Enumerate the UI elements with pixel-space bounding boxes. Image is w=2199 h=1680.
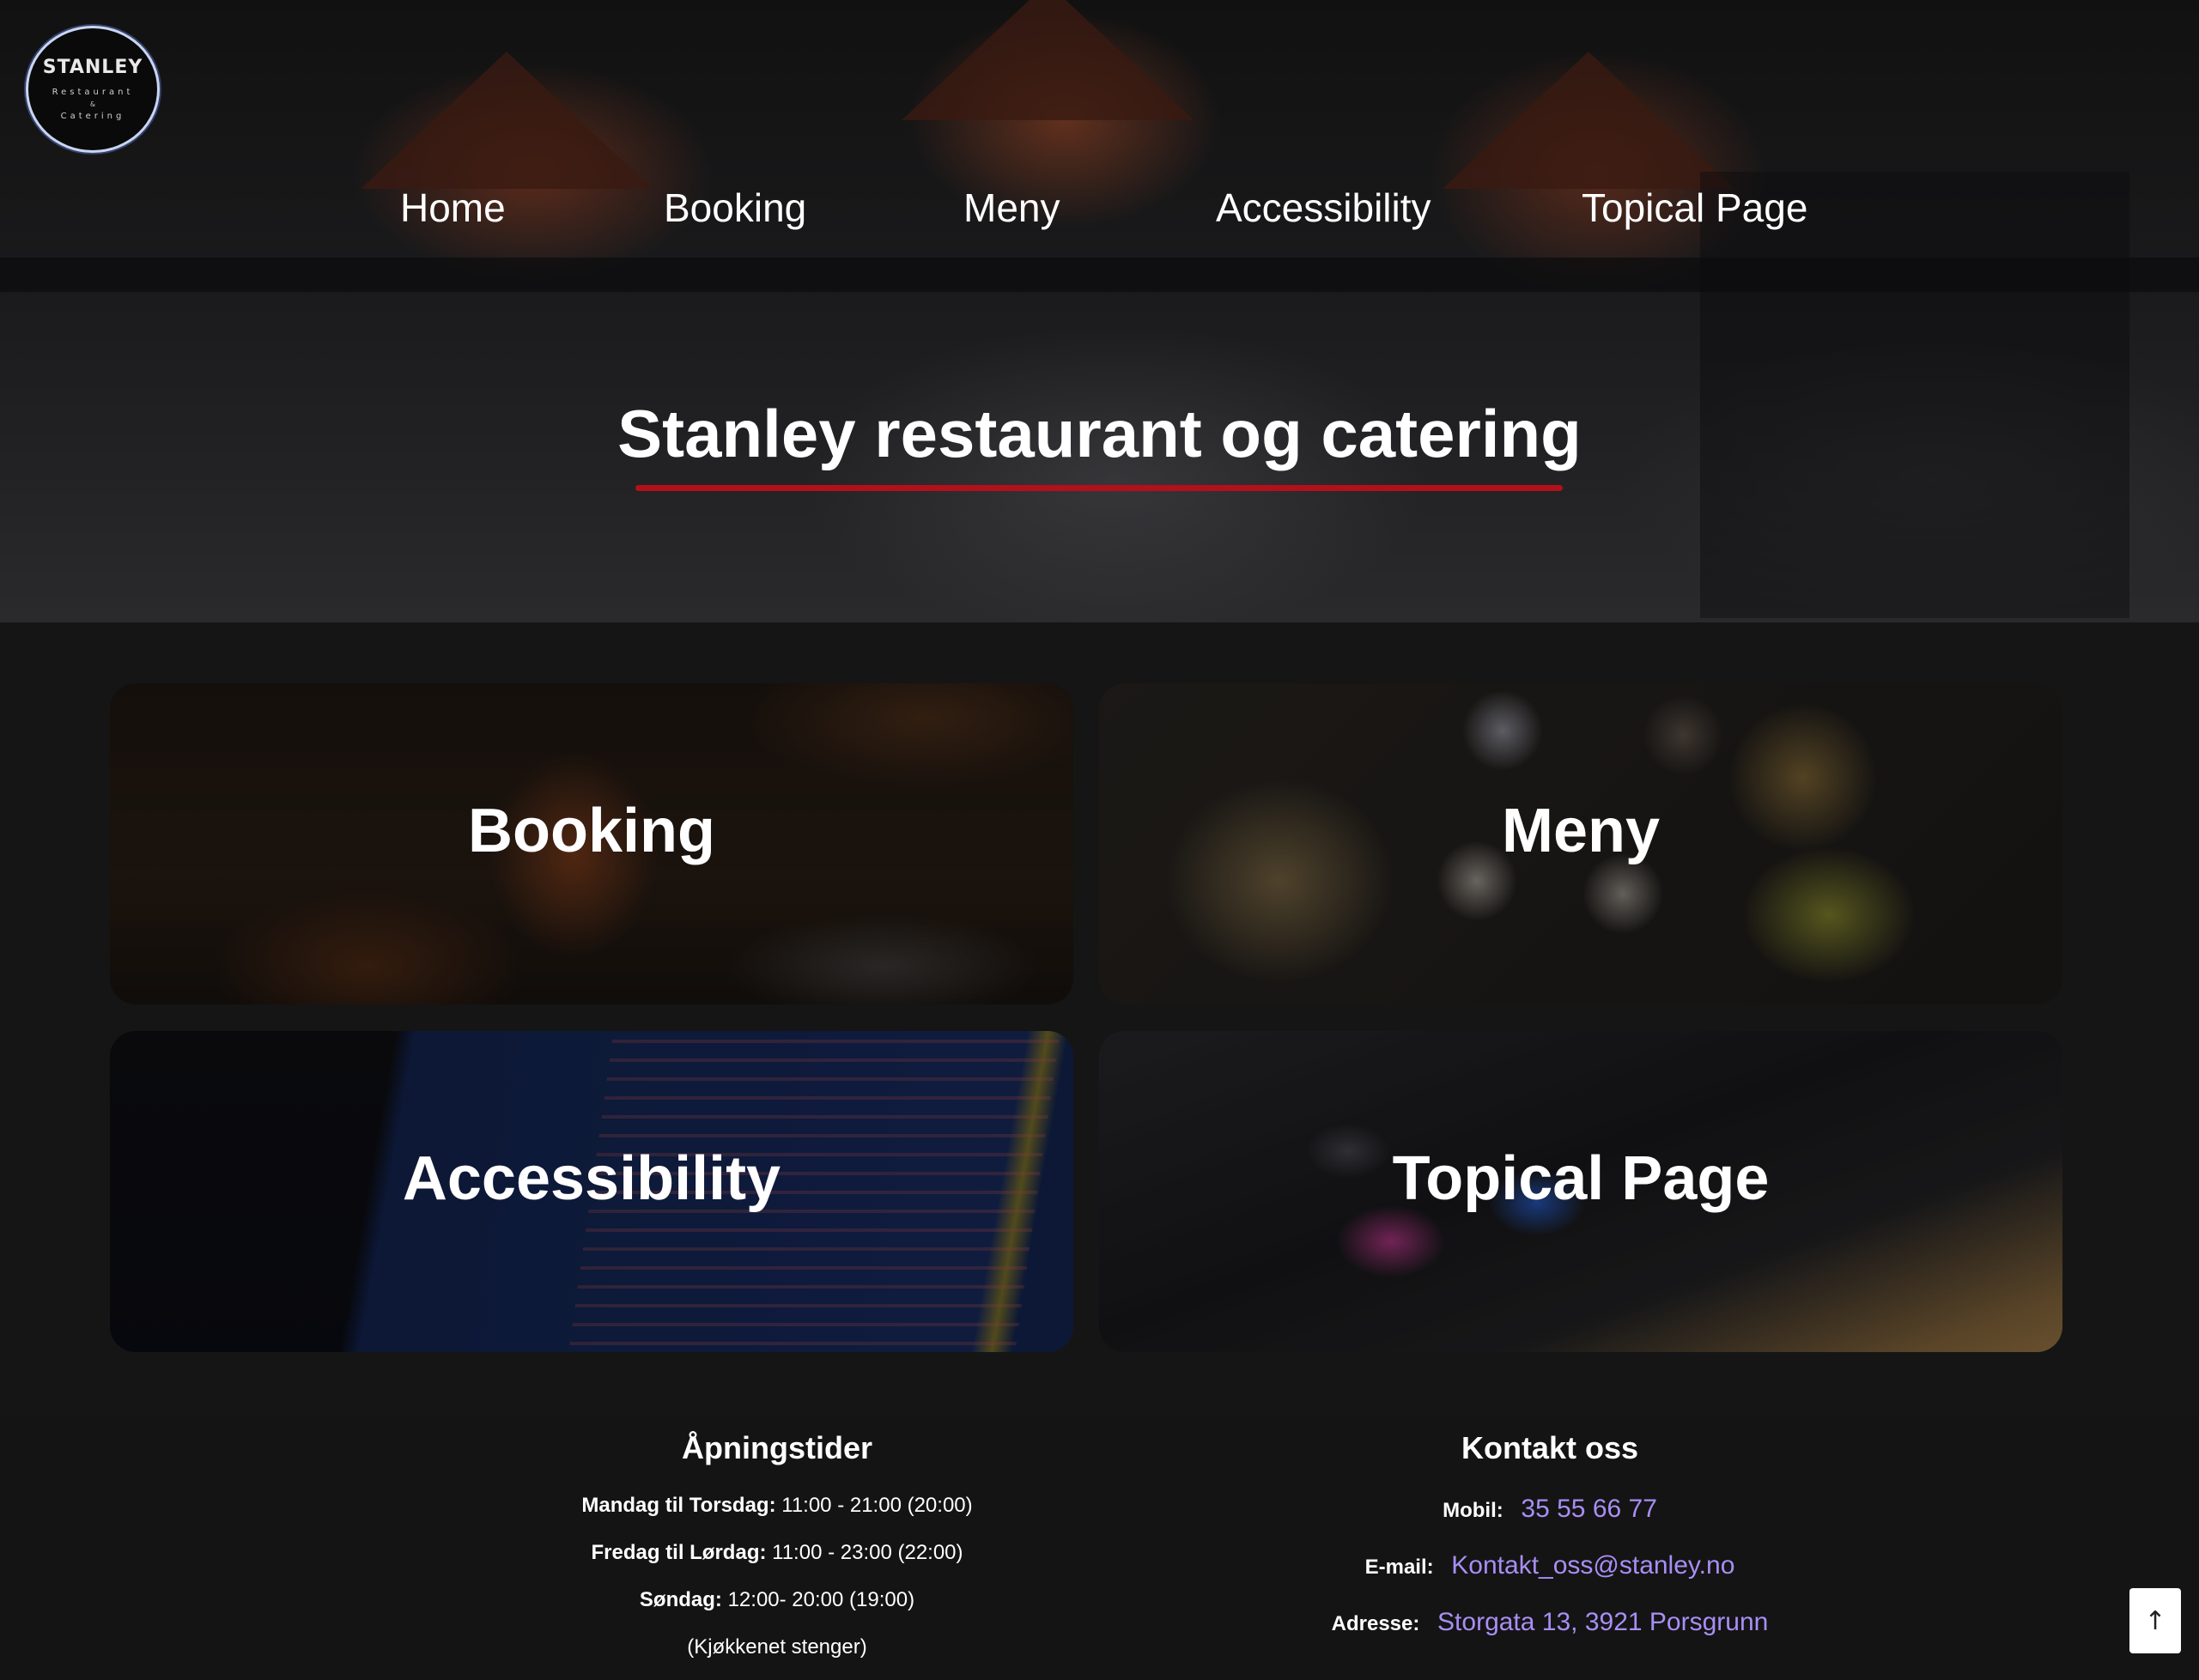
logo-line-restaurant: Restaurant <box>52 87 134 97</box>
hours-time: 12:00- 20:00 (19:00) <box>727 1588 915 1611</box>
logo-subtitle: Restaurant & Catering <box>52 87 134 123</box>
contact-address-row: Adresse: Storgata 13, 3921 Porsgrunn <box>1271 1595 1829 1652</box>
kitchen-closes-note: (Kjøkkenet stenger) <box>687 1635 867 1659</box>
card-title-booking: Booking <box>468 797 715 865</box>
hours-time: 11:00 - 21:00 (20:00) <box>781 1494 973 1517</box>
card-title-meny: Meny <box>1501 797 1661 865</box>
logo-line-catering: Catering <box>60 111 125 121</box>
nav-item-home[interactable]: Home <box>400 185 506 231</box>
hours-day: Søndag: <box>639 1588 722 1611</box>
card-accessibility[interactable]: Accessibility <box>110 1031 1073 1352</box>
logo-name: STANLEY <box>42 56 143 78</box>
hours-day: Mandag til Torsdag: <box>581 1494 776 1517</box>
lamp-shade <box>361 52 653 189</box>
address-label: Adresse: <box>1331 1612 1420 1635</box>
contact-heading: Kontakt oss <box>1461 1430 1639 1465</box>
title-underline <box>635 485 1563 491</box>
email-link[interactable]: Kontakt_oss@stanley.no <box>1451 1551 1734 1580</box>
site-footer: Åpningstider Mandag til Torsdag: 11:00 -… <box>0 1416 2199 1680</box>
card-booking[interactable]: Booking <box>110 683 1073 1004</box>
contact-mobile-row: Mobil: 35 55 66 77 <box>1271 1482 1829 1538</box>
logo-ampersand: & <box>89 100 96 108</box>
hours-row: Søndag: 12:00- 20:00 (19:00) <box>515 1576 1039 1623</box>
opening-hours: Åpningstider Mandag til Torsdag: 11:00 -… <box>515 1416 1039 1671</box>
card-topical-page[interactable]: Topical Page <box>1099 1031 2062 1352</box>
hours-day: Fredag til Lørdag: <box>591 1541 767 1564</box>
address-link[interactable]: Storgata 13, 3921 Porsgrunn <box>1437 1608 1768 1636</box>
email-label: E-mail: <box>1364 1556 1434 1579</box>
nav-item-meny[interactable]: Meny <box>963 185 1060 231</box>
hero-banner: STANLEY Restaurant & Catering Home Booki… <box>0 0 2199 622</box>
card-title-topical-page: Topical Page <box>1392 1144 1770 1213</box>
hours-time: 11:00 - 23:00 (22:00) <box>772 1541 963 1564</box>
card-meny[interactable]: Meny <box>1099 683 2062 1004</box>
nav-item-topical-page[interactable]: Topical Page <box>1582 185 1807 231</box>
contact-email-row: E-mail: Kontakt_oss@stanley.no <box>1271 1538 1829 1595</box>
hours-row: Fredag til Lørdag: 11:00 - 23:00 (22:00) <box>515 1529 1039 1576</box>
lamp-shade <box>1443 52 1734 189</box>
lamp-shade <box>902 0 1194 120</box>
main-nav: Home Booking Meny Accessibility Topical … <box>0 185 2199 245</box>
card-title-accessibility: Accessibility <box>402 1144 781 1213</box>
nav-item-accessibility[interactable]: Accessibility <box>1216 185 1431 231</box>
arrow-up-icon: ↑ <box>2144 1605 2166 1636</box>
contact-info: Kontakt oss Mobil: 35 55 66 77 E-mail: K… <box>1271 1416 1829 1652</box>
mobile-link[interactable]: 35 55 66 77 <box>1521 1495 1656 1523</box>
nav-item-booking[interactable]: Booking <box>664 185 806 231</box>
opening-hours-heading: Åpningstider <box>682 1430 872 1465</box>
site-logo[interactable]: STANLEY Restaurant & Catering <box>26 26 160 153</box>
page-title: Stanley restaurant og catering <box>617 396 1582 471</box>
mobile-label: Mobil: <box>1443 1499 1503 1522</box>
scroll-to-top-button[interactable]: ↑ <box>2129 1588 2181 1653</box>
hours-row: Mandag til Torsdag: 11:00 - 21:00 (20:00… <box>515 1482 1039 1529</box>
